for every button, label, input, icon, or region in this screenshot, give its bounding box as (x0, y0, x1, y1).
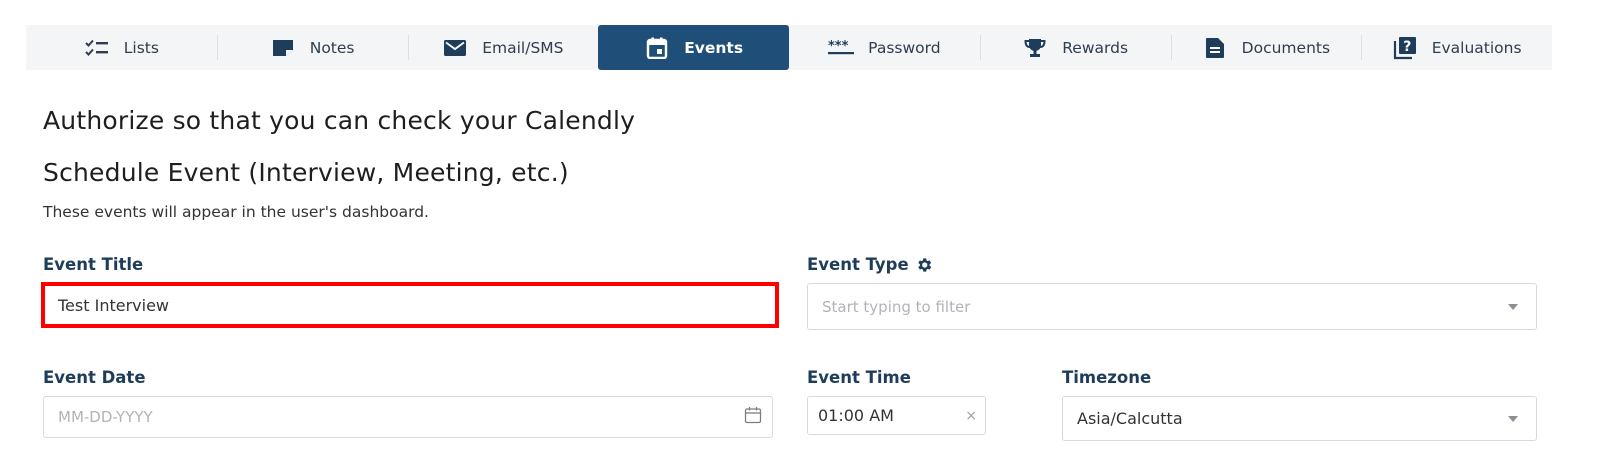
calendar-icon[interactable] (744, 406, 762, 428)
event-type-select[interactable]: Start typing to filter (807, 283, 1537, 330)
tab-events[interactable]: Events (598, 25, 789, 70)
event-title-value: Test Interview (58, 295, 169, 315)
event-date-label: Event Date (43, 368, 146, 387)
trophy-icon (1022, 37, 1048, 59)
checklist-icon (84, 37, 110, 59)
tab-email-sms[interactable]: Email/SMS (407, 25, 599, 70)
event-type-label-group: Event Type (807, 255, 933, 274)
event-title-label: Event Title (43, 255, 144, 274)
envelope-icon (442, 37, 468, 59)
tab-label: Rewards (1062, 38, 1129, 57)
tab-evaluations[interactable]: ? Evaluations (1361, 25, 1552, 70)
timezone-label: Timezone (1062, 368, 1152, 387)
timezone-value: Asia/Calcutta (1077, 409, 1183, 428)
tab-label: Evaluations (1431, 38, 1522, 57)
tab-password[interactable]: *** Password (789, 25, 980, 70)
event-time-input[interactable]: 01:00 AM × (807, 396, 986, 435)
password-dots-icon: *** (828, 37, 855, 59)
event-type-placeholder: Start typing to filter (822, 297, 971, 316)
tab-label: Lists (123, 38, 159, 57)
svg-text:***: *** (828, 40, 849, 54)
event-type-label: Event Type (807, 255, 909, 274)
chevron-down-icon (1508, 415, 1518, 422)
tab-lists[interactable]: Lists (26, 25, 217, 70)
authorize-heading: Authorize so that you can check your Cal… (43, 106, 636, 135)
event-time-value: 01:00 AM (818, 406, 894, 425)
tab-label: Events (684, 38, 744, 57)
tab-label: Documents (1241, 38, 1331, 57)
event-title-input[interactable]: Test Interview (41, 282, 779, 328)
event-date-input[interactable]: MM-DD-YYYY (43, 396, 773, 438)
svg-text:?: ? (1403, 39, 1411, 55)
question-cards-icon: ? (1392, 36, 1418, 59)
event-time-label: Event Time (807, 368, 911, 387)
gear-icon[interactable] (915, 256, 933, 274)
tab-label: Notes (309, 38, 355, 57)
tab-rewards[interactable]: Rewards (979, 25, 1171, 70)
schedule-subtitle: These events will appear in the user's d… (43, 203, 429, 221)
schedule-heading: Schedule Event (Interview, Meeting, etc.… (43, 158, 569, 187)
tab-label: Password (868, 38, 941, 57)
event-date-placeholder: MM-DD-YYYY (58, 408, 153, 426)
note-icon (270, 37, 296, 59)
calendar-icon (644, 37, 670, 59)
tab-notes[interactable]: Notes (216, 25, 408, 70)
tab-bar: Lists Notes Email/SMS Events *** Passwor… (26, 25, 1552, 70)
document-icon (1202, 37, 1228, 59)
chevron-down-icon (1508, 303, 1518, 310)
tab-label: Email/SMS (482, 38, 564, 57)
clear-icon[interactable]: × (965, 408, 977, 424)
timezone-select[interactable]: Asia/Calcutta (1062, 396, 1537, 441)
tab-documents[interactable]: Documents (1170, 25, 1362, 70)
